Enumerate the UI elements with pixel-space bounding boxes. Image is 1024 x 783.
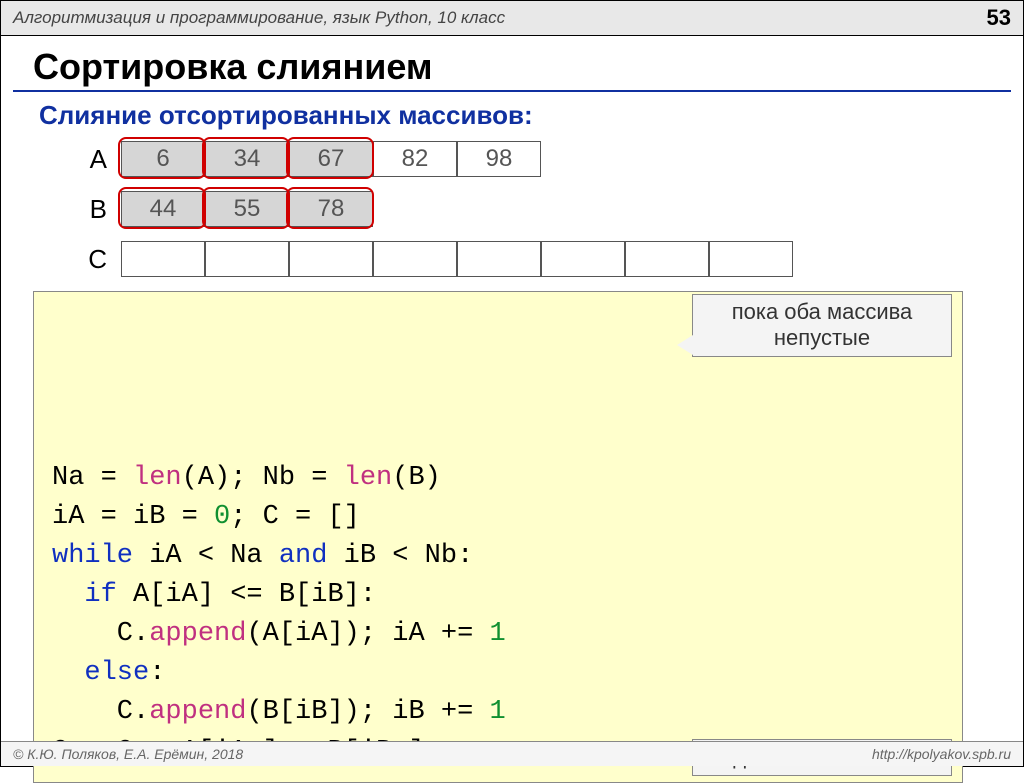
array-cell: · — [205, 241, 289, 277]
code-token: Na = — [52, 463, 133, 493]
code-line: C.append(B[iB]); iB += 1 — [52, 693, 944, 732]
array-cell: · — [541, 241, 625, 277]
array-cell: · — [373, 241, 457, 277]
code-token: if — [84, 580, 116, 610]
page-number: 53 — [987, 5, 1011, 31]
array-cell: 67 — [289, 141, 373, 177]
array-label-B: B — [71, 194, 107, 225]
code-token: A[iA] <= B[iB]: — [117, 580, 376, 610]
callout-top: пока оба массива непустые — [692, 294, 952, 357]
array-cell: · — [457, 241, 541, 277]
subtitle: Слияние отсортированных массивов: — [39, 100, 1023, 131]
code-token: (B) — [392, 463, 441, 493]
code-token: append — [149, 697, 246, 727]
code-token: (B[iB]); iB += — [246, 697, 489, 727]
code-token: ; C = [] — [230, 502, 360, 532]
array-label-C: C — [71, 244, 107, 275]
array-cell: · — [121, 241, 205, 277]
code-token: (A[iA]); iA += — [246, 619, 489, 649]
main-title: Сортировка слиянием — [33, 46, 1023, 88]
array-cell: 98 — [457, 141, 541, 177]
code-token: iB < Nb: — [327, 541, 473, 571]
header-title: Алгоритмизация и программирование, язык … — [13, 8, 505, 28]
code-token: len — [344, 463, 393, 493]
code-token — [52, 580, 84, 610]
code-line: C.append(A[iA]); iA += 1 — [52, 615, 944, 654]
array-cells-B: 445578 — [121, 191, 373, 227]
code-line: else: — [52, 654, 944, 693]
code-token: append — [149, 619, 246, 649]
array-cell: 78 — [289, 191, 373, 227]
code-token: else — [84, 658, 149, 688]
array-cell: · — [289, 241, 373, 277]
callout-top-text: пока оба массива непустые — [732, 299, 913, 350]
array-cells-C: ········ — [121, 241, 793, 277]
footer-bar: © К.Ю. Поляков, Е.А. Ерёмин, 2018 http:/… — [1, 741, 1023, 766]
array-cell: 34 — [205, 141, 289, 177]
array-row-A: A 634678298 — [71, 141, 1023, 177]
array-row-B: B 445578 — [71, 191, 1023, 227]
code-line: iA = iB = 0; C = [] — [52, 498, 944, 537]
code-token: : — [149, 658, 165, 688]
footer-left: © К.Ю. Поляков, Е.А. Ерёмин, 2018 — [13, 746, 243, 762]
code-token: 0 — [214, 502, 230, 532]
code-line: if A[iA] <= B[iB]: — [52, 576, 944, 615]
code-line: Na = len(A); Nb = len(B) — [52, 459, 944, 498]
code-token: 1 — [489, 697, 505, 727]
array-row-C: C ········ — [71, 241, 1023, 277]
code-line: while iA < Na and iB < Nb: — [52, 537, 944, 576]
array-cell: 55 — [205, 191, 289, 227]
array-cell: 44 — [121, 191, 205, 227]
array-cell: 82 — [373, 141, 457, 177]
callout-tail-icon — [677, 335, 693, 355]
array-label-A: A — [71, 144, 107, 175]
code-token: len — [133, 463, 182, 493]
code-token: C. — [52, 697, 149, 727]
array-cells-A: 634678298 — [121, 141, 541, 177]
header-bar: Алгоритмизация и программирование, язык … — [1, 1, 1023, 36]
array-cell: · — [625, 241, 709, 277]
code-block: пока оба массива непустые добавить остат… — [33, 291, 963, 783]
code-token: and — [279, 541, 328, 571]
code-token: C. — [52, 619, 149, 649]
code-token: while — [52, 541, 133, 571]
array-cell: 6 — [121, 141, 205, 177]
separator-line — [13, 90, 1011, 92]
code-token: 1 — [489, 619, 505, 649]
array-cell: · — [709, 241, 793, 277]
code-token — [52, 658, 84, 688]
code-token: iA < Na — [133, 541, 279, 571]
code-token: iA = iB = — [52, 502, 214, 532]
arrays-area: A 634678298 B 445578 C ········ — [71, 141, 1023, 277]
code-token: (A); Nb = — [182, 463, 344, 493]
slide-page: Алгоритмизация и программирование, язык … — [0, 0, 1024, 767]
footer-right: http://kpolyakov.spb.ru — [872, 746, 1011, 762]
